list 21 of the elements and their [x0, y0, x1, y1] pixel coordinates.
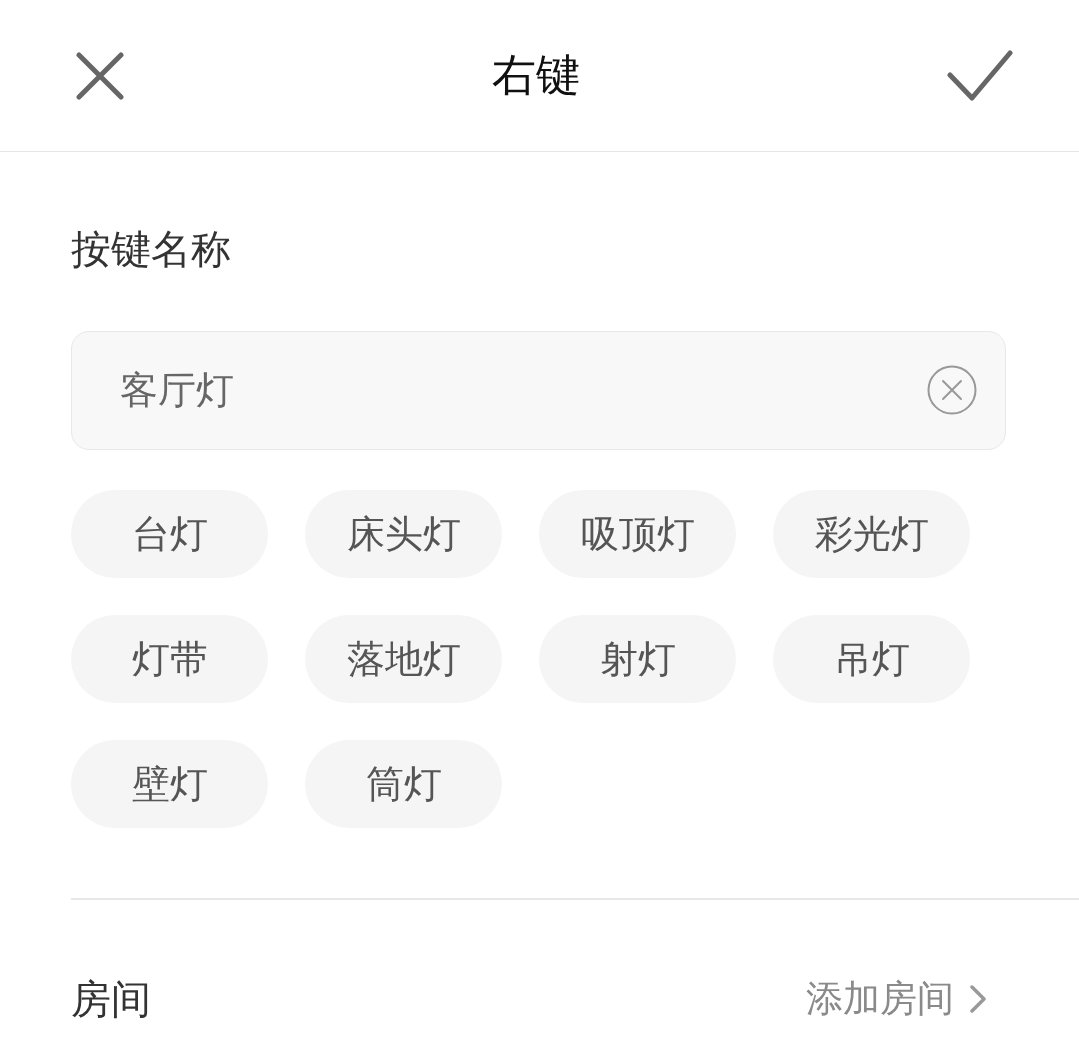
check-icon	[947, 49, 1013, 102]
suggestion-chip[interactable]: 吊灯	[773, 615, 970, 703]
name-input-field[interactable]: 客厅灯	[71, 331, 1006, 450]
confirm-button[interactable]	[947, 49, 1013, 102]
suggestion-chip[interactable]: 灯带	[71, 615, 268, 703]
suggestion-chip[interactable]: 吸顶灯	[539, 490, 736, 578]
add-room-link[interactable]: 添加房间	[806, 974, 986, 1024]
suggestion-chip[interactable]: 射灯	[539, 615, 736, 703]
suggestion-chip[interactable]: 落地灯	[305, 615, 502, 703]
close-button[interactable]	[76, 51, 124, 100]
section-label: 按键名称	[71, 225, 231, 274]
room-label: 房间	[71, 975, 151, 1023]
dialog-title: 右键	[491, 49, 580, 102]
suggestion-chip[interactable]: 台灯	[71, 490, 268, 578]
chevron-right-icon	[970, 985, 986, 1013]
suggestion-chip[interactable]: 筒灯	[305, 740, 502, 828]
suggestion-chip[interactable]: 壁灯	[71, 740, 268, 828]
suggestion-chip[interactable]: 床头灯	[305, 490, 502, 578]
close-icon	[76, 51, 124, 100]
clear-icon[interactable]	[927, 365, 977, 415]
suggestion-chip[interactable]: 彩光灯	[773, 490, 970, 578]
